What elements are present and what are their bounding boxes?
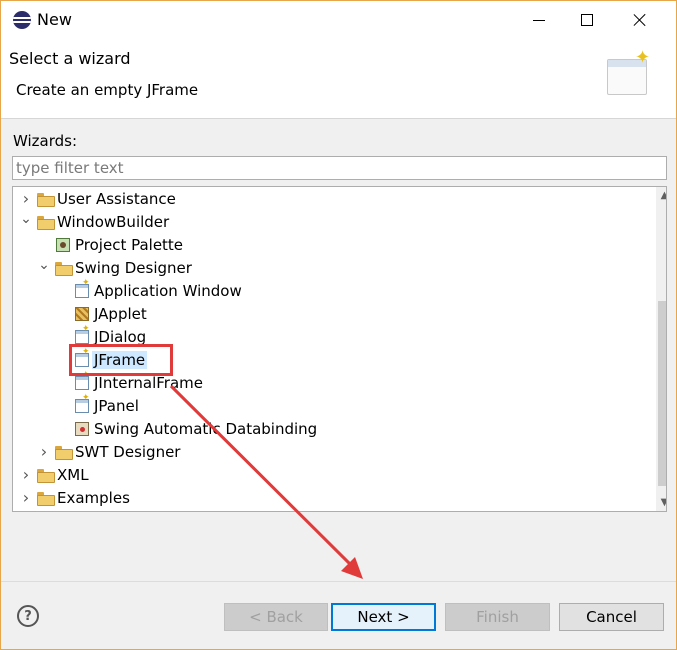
next-button[interactable]: Next > (331, 603, 436, 631)
tree-item-label: WindowBuilder (57, 212, 170, 231)
tree-item-swing-automatic-databinding[interactable]: Swing Automatic Databinding (75, 417, 317, 440)
vertical-scrollbar[interactable]: ▲ ▼ (656, 187, 666, 511)
folder-icon (37, 468, 55, 483)
new-window-icon (75, 278, 90, 298)
wizard-banner-icon: ✦ (603, 47, 659, 105)
tree-item-label: JDialog (94, 327, 147, 346)
close-button[interactable] (617, 1, 663, 39)
tree-item-swt-designer[interactable]: SWT Designer (37, 440, 180, 463)
help-icon[interactable]: ? (17, 605, 39, 627)
chevron-right-icon[interactable] (19, 468, 33, 482)
window-title: New (37, 10, 72, 29)
folder-icon (55, 445, 73, 460)
tree-item-swing-designer[interactable]: Swing Designer (37, 256, 192, 279)
tree-item-label: Examples (57, 488, 130, 507)
tree-item-japplet[interactable]: JApplet (75, 302, 147, 325)
new-wizard-dialog: New Select a wizard Create an empty JFra… (0, 0, 677, 650)
tree-item-label: XML (57, 465, 89, 484)
filter-input[interactable] (12, 156, 667, 180)
scroll-thumb[interactable] (658, 301, 666, 486)
title-bar: New (1, 1, 676, 39)
tree-item-label: Project Palette (75, 235, 184, 254)
databinding-icon (75, 421, 89, 436)
chevron-down-icon[interactable] (37, 261, 51, 275)
tree-item-label: SWT Designer (75, 442, 181, 461)
minimize-icon (533, 19, 545, 21)
folder-icon (37, 215, 55, 230)
footer-divider (1, 581, 676, 582)
maximize-icon (581, 14, 593, 26)
folder-icon (37, 192, 55, 207)
wizard-header: Select a wizard Create an empty JFrame ✦ (1, 39, 676, 119)
tree-item-xml[interactable]: XML (19, 463, 89, 486)
scroll-up-icon[interactable]: ▲ (656, 187, 666, 204)
tree-item-jpanel[interactable]: JPanel (75, 393, 139, 417)
new-window-icon (75, 324, 90, 344)
wizards-label: Wizards: (13, 132, 78, 150)
tree-item-label: User Assistance (57, 189, 176, 208)
new-window-icon (75, 370, 90, 390)
palette-icon (56, 237, 70, 252)
tree-item-label: Swing Automatic Databinding (94, 419, 318, 438)
new-window-icon (75, 393, 90, 413)
folder-icon (55, 261, 73, 276)
folder-icon (37, 491, 55, 506)
tree-item-label: JInternalFrame (94, 373, 203, 392)
cancel-button[interactable]: Cancel (559, 603, 664, 631)
tree-item-label: JApplet (94, 304, 147, 323)
annotation-highlight-box (69, 344, 173, 376)
tree-item-label: JPanel (94, 396, 139, 415)
tree-item-project-palette[interactable]: Project Palette (56, 233, 183, 256)
minimize-button[interactable] (516, 1, 562, 39)
scroll-down-icon[interactable]: ▼ (656, 494, 666, 511)
close-icon (633, 13, 647, 27)
tree-item-user-assistance[interactable]: User Assistance (19, 187, 176, 210)
back-button[interactable]: < Back (224, 603, 328, 631)
chevron-right-icon[interactable] (19, 192, 33, 206)
page-description: Create an empty JFrame (16, 81, 199, 99)
chevron-down-icon[interactable] (19, 215, 33, 229)
page-title: Select a wizard (9, 49, 131, 68)
eclipse-icon (13, 11, 31, 29)
tree-item-label: Swing Designer (75, 258, 192, 277)
applet-icon (75, 306, 89, 321)
tree-item-examples[interactable]: Examples (19, 486, 130, 509)
chevron-right-icon[interactable] (19, 491, 33, 505)
finish-button[interactable]: Finish (445, 603, 550, 631)
tree-item-label: Application Window (94, 281, 242, 300)
chevron-right-icon[interactable] (37, 445, 51, 459)
maximize-button[interactable] (564, 1, 610, 39)
tree-item-application-window[interactable]: Application Window (75, 278, 242, 302)
tree-item-windowbuilder[interactable]: WindowBuilder (19, 210, 169, 233)
